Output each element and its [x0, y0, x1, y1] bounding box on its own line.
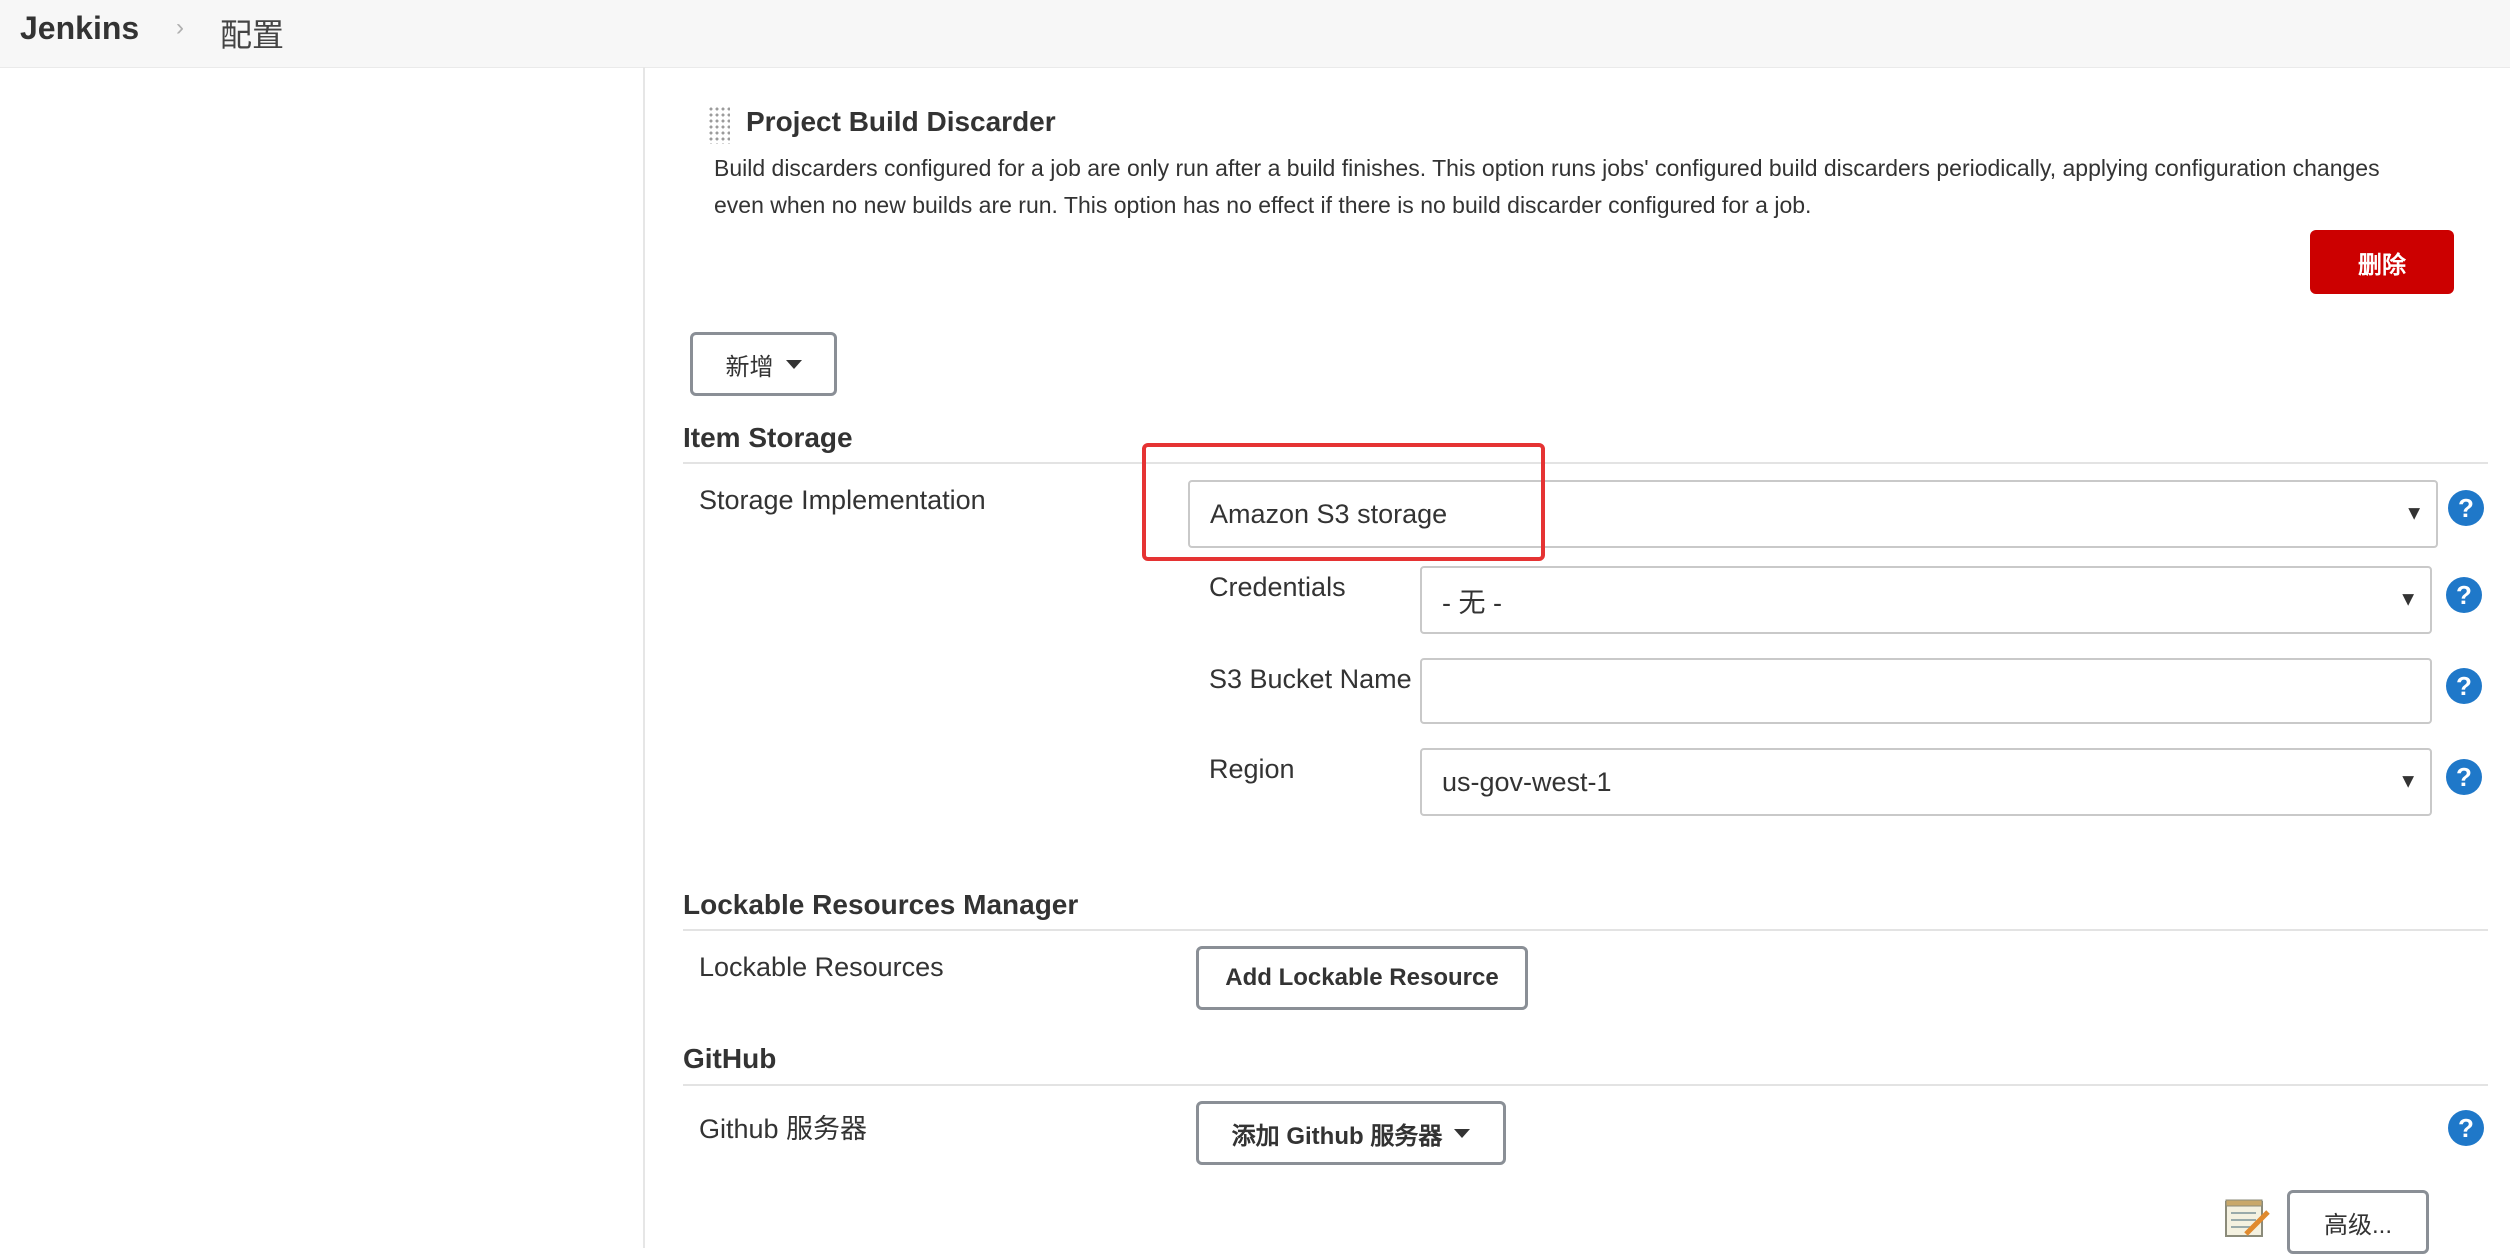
drag-handle-icon[interactable]	[708, 106, 730, 144]
caret-down-icon	[785, 359, 802, 369]
add-button[interactable]: 新增	[690, 332, 837, 396]
s3-bucket-name-label: S3 Bucket Name	[1209, 664, 1412, 694]
item-storage-heading: Item Storage	[683, 422, 853, 453]
breadcrumb-separator-icon: ›	[176, 14, 184, 41]
lockable-divider	[683, 929, 2488, 931]
top-bar	[0, 0, 2510, 68]
github-divider	[683, 1084, 2488, 1086]
caret-down-icon	[1454, 1128, 1471, 1138]
help-icon[interactable]: ?	[2446, 668, 2482, 704]
region-value: us-gov-west-1	[1442, 766, 1612, 797]
jenkins-home-link[interactable]: Jenkins	[20, 10, 139, 47]
credentials-label: Credentials	[1209, 572, 1346, 602]
build-discarder-title: Project Build Discarder	[746, 106, 1056, 137]
lockable-resources-label: Lockable Resources	[699, 952, 944, 982]
github-servers-label: Github 服务器	[699, 1114, 868, 1144]
add-lockable-resource-button[interactable]: Add Lockable Resource	[1196, 946, 1528, 1010]
storage-implementation-value: Amazon S3 storage	[1210, 498, 1448, 529]
notepad-icon	[2225, 1199, 2270, 1237]
lockable-resources-heading: Lockable Resources Manager	[683, 889, 1079, 920]
add-github-server-button[interactable]: 添加 Github 服务器	[1196, 1101, 1506, 1165]
credentials-select[interactable]: - 无 - ▼	[1420, 566, 2432, 634]
credentials-value: - 无 -	[1442, 587, 1502, 618]
add-github-server-label: 添加 Github 服务器	[1231, 1122, 1443, 1150]
advanced-button[interactable]: 高级...	[2287, 1190, 2429, 1254]
build-discarder-description: Build discarders configured for a job ar…	[714, 155, 2380, 218]
help-icon[interactable]: ?	[2448, 1110, 2484, 1146]
add-button-label: 新增	[725, 353, 774, 381]
breadcrumb-configure[interactable]: 配置	[220, 10, 284, 56]
storage-implementation-label: Storage Implementation	[699, 485, 986, 515]
help-icon[interactable]: ?	[2448, 490, 2484, 526]
dropdown-arrow-icon: ▼	[2398, 770, 2418, 793]
storage-implementation-select[interactable]: Amazon S3 storage ▼	[1188, 480, 2438, 548]
dropdown-arrow-icon: ▼	[2398, 588, 2418, 611]
help-icon[interactable]: ?	[2446, 759, 2482, 795]
s3-bucket-name-input[interactable]	[1420, 658, 2432, 724]
dropdown-arrow-icon: ▼	[2404, 502, 2424, 525]
sidebar-divider	[643, 67, 645, 1248]
github-heading: GitHub	[683, 1043, 777, 1074]
delete-button[interactable]: 删除	[2310, 230, 2454, 294]
item-storage-divider	[683, 462, 2488, 464]
region-select[interactable]: us-gov-west-1 ▼	[1420, 748, 2432, 816]
region-label: Region	[1209, 754, 1295, 784]
help-icon[interactable]: ?	[2446, 577, 2482, 613]
